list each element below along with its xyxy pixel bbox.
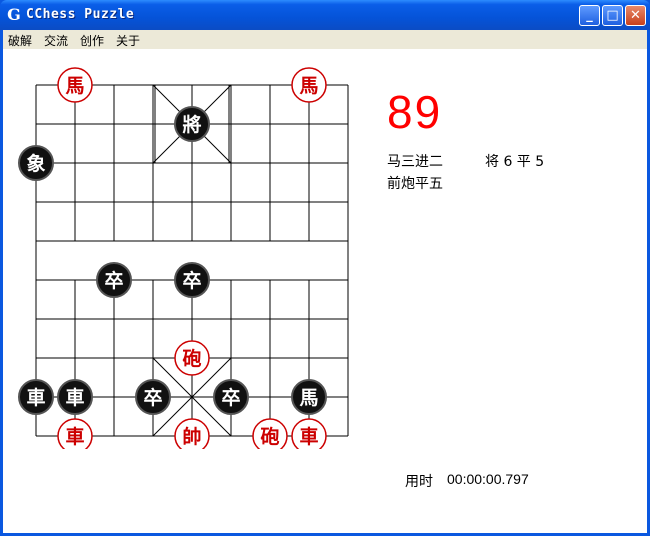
piece-black-pawn-2[interactable]: 卒	[174, 262, 210, 298]
piece-red-king[interactable]: 帥	[174, 418, 210, 449]
svg-text:車: 車	[65, 386, 84, 409]
piece-red-cannon-2[interactable]: 砲	[252, 418, 288, 449]
svg-text:馬: 馬	[65, 75, 84, 97]
svg-text:馬: 馬	[299, 387, 318, 409]
window-title: CChess Puzzle	[26, 7, 135, 22]
menu-solve[interactable]: 破解	[8, 32, 32, 49]
app-icon[interactable]: G	[6, 6, 22, 24]
svg-text:卒: 卒	[221, 386, 240, 409]
puzzle-number: 89	[387, 86, 443, 138]
piece-black-chariot-2[interactable]: 車	[57, 379, 93, 415]
piece-black-chariot-1[interactable]: 車	[18, 379, 54, 415]
piece-red-chariot-1[interactable]: 車	[57, 418, 93, 449]
menu-exchange[interactable]: 交流	[44, 32, 68, 49]
svg-text:象: 象	[26, 152, 45, 175]
piece-black-pawn-1[interactable]: 卒	[96, 262, 132, 298]
piece-black-pawn-3[interactable]: 卒	[135, 379, 171, 415]
svg-text:帥: 帥	[182, 425, 201, 448]
client-area: 馬馬將象卒卒砲車車卒卒馬車帥砲車 89 马三进二 将 6 平 5 前炮平五 用时…	[3, 49, 647, 533]
timer-label: 用时	[405, 474, 433, 490]
piece-black-pawn-4[interactable]: 卒	[213, 379, 249, 415]
piece-red-cannon-1[interactable]: 砲	[174, 340, 210, 376]
svg-text:卒: 卒	[104, 269, 123, 292]
move-red-2: 前炮平五	[387, 176, 443, 192]
svg-text:砲: 砲	[182, 348, 201, 370]
close-button[interactable]: ✕	[625, 5, 646, 26]
move-black-1: 将 6 平 5	[485, 154, 545, 170]
piece-red-horse-2[interactable]: 馬	[291, 67, 327, 103]
piece-black-elephant[interactable]: 象	[18, 145, 54, 181]
timer-value: 00:00:00.797	[447, 471, 529, 487]
piece-black-horse[interactable]: 馬	[291, 379, 327, 415]
svg-text:車: 車	[299, 425, 318, 448]
menu-about[interactable]: 关于	[116, 32, 140, 49]
menu-create[interactable]: 创作	[80, 32, 104, 49]
title-bar[interactable]: G CChess Puzzle _ □ ✕	[0, 0, 650, 30]
move-red-1: 马三进二	[387, 154, 443, 170]
svg-text:砲: 砲	[260, 426, 279, 448]
svg-text:車: 車	[26, 386, 45, 409]
app-window: G CChess Puzzle _ □ ✕ 破解 交流 创作 关于 馬馬將象卒卒…	[0, 0, 650, 536]
maximize-button[interactable]: □	[602, 5, 623, 26]
svg-text:卒: 卒	[182, 269, 201, 292]
piece-red-horse-1[interactable]: 馬	[57, 67, 93, 103]
xiangqi-board[interactable]: 馬馬將象卒 卒砲車車卒卒馬車帥砲車	[3, 49, 363, 449]
svg-text:卒: 卒	[143, 386, 162, 409]
svg-text:將: 將	[182, 113, 201, 136]
menu-bar: 破解 交流 创作 关于	[3, 30, 647, 49]
piece-red-chariot-2[interactable]: 車	[291, 418, 327, 449]
piece-black-general[interactable]: 將	[174, 106, 210, 142]
minimize-button[interactable]: _	[579, 5, 600, 26]
svg-text:車: 車	[65, 425, 84, 448]
svg-text:馬: 馬	[299, 75, 318, 97]
